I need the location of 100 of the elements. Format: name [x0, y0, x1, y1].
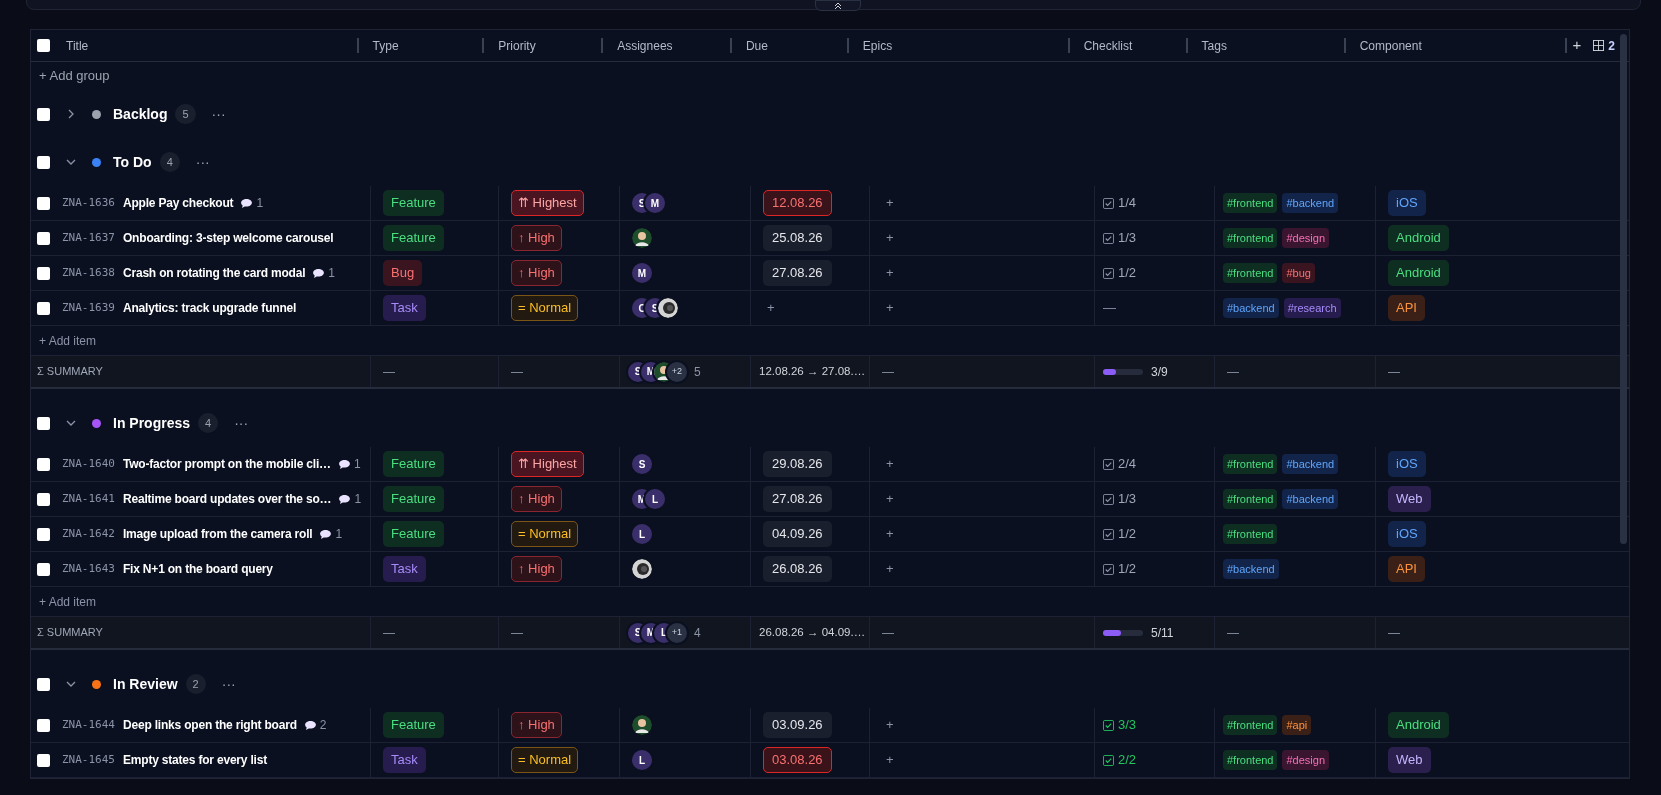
add-epic-button[interactable]: +	[882, 454, 898, 474]
tag[interactable]: #backend	[1223, 297, 1279, 319]
checkbox[interactable]	[37, 527, 50, 541]
add-epic-button[interactable]: +	[882, 228, 898, 248]
chevron-down-icon[interactable]	[66, 679, 76, 689]
chevron-down-icon[interactable]	[66, 418, 76, 428]
priority-badge[interactable]: = Normal	[511, 295, 579, 321]
column-header[interactable]: Title	[66, 36, 89, 55]
issue-title[interactable]: Onboarding: 3-step welcome carousel	[123, 229, 334, 247]
chevron-right-icon[interactable]	[66, 109, 76, 119]
comment-count[interactable]: 2	[304, 716, 327, 734]
issue-title[interactable]: Crash on rotating the card modal	[123, 264, 306, 282]
checkbox[interactable]	[37, 457, 50, 471]
comment-count[interactable]: 1	[320, 525, 343, 543]
column-header[interactable]: Type	[372, 36, 399, 55]
tag[interactable]: #research	[1283, 297, 1341, 319]
column-header[interactable]: Epics	[862, 36, 893, 55]
priority-badge[interactable]: ↑ High	[511, 486, 562, 512]
add-item-button[interactable]: + Add item	[39, 331, 97, 350]
checkbox[interactable]	[37, 301, 50, 315]
due-date[interactable]: 03.09.26	[763, 712, 832, 738]
column-header[interactable]: Assignees	[617, 36, 673, 55]
due-date[interactable]: 03.08.26	[763, 747, 832, 773]
due-date[interactable]: 04.09.26	[763, 521, 832, 547]
tag[interactable]: #frontend	[1223, 453, 1278, 475]
issue-title[interactable]: Image upload from the camera roll	[123, 525, 313, 543]
column-header[interactable]: Due	[745, 36, 768, 55]
tag[interactable]: #frontend	[1223, 749, 1278, 771]
checkbox[interactable]	[37, 492, 50, 506]
due-date[interactable]: 27.08.26	[763, 260, 832, 286]
due-date[interactable]: 12.08.26	[763, 190, 832, 216]
issue-title[interactable]: Fix N+1 on the board query	[123, 560, 273, 578]
checkbox[interactable]	[37, 107, 50, 121]
add-epic-button[interactable]: +	[882, 489, 898, 509]
more-button[interactable]: ···	[195, 151, 210, 173]
tag[interactable]: #backend	[1282, 488, 1339, 510]
column-header[interactable]: Priority	[498, 36, 536, 55]
tag[interactable]: #frontend	[1223, 262, 1278, 284]
add-column-button[interactable]: +	[1572, 34, 1582, 57]
tag[interactable]: #design	[1282, 227, 1330, 249]
add-item-button[interactable]: + Add item	[39, 592, 97, 611]
checkbox[interactable]	[37, 753, 50, 767]
priority-badge[interactable]: ↑ High	[511, 712, 562, 738]
due-date[interactable]: 29.08.26	[763, 451, 832, 477]
issue-title[interactable]: Realtime board updates over the so…	[123, 490, 332, 508]
chevron-down-icon[interactable]	[66, 157, 76, 167]
group-name[interactable]: In Review	[113, 673, 178, 695]
priority-badge[interactable]: ↑ High	[511, 260, 562, 286]
checkbox[interactable]	[37, 718, 50, 732]
add-epic-button[interactable]: +	[882, 193, 898, 213]
checkbox[interactable]	[37, 416, 50, 430]
group-name[interactable]: Backlog	[113, 103, 168, 125]
group-name[interactable]: In Progress	[113, 412, 191, 434]
checkbox[interactable]	[37, 562, 50, 576]
checkbox[interactable]	[37, 677, 50, 691]
checkbox[interactable]	[37, 266, 50, 280]
tag[interactable]: #backend	[1282, 192, 1339, 214]
tag[interactable]: #frontend	[1223, 523, 1278, 545]
due-date[interactable]: 25.08.26	[763, 225, 832, 251]
checkbox[interactable]	[37, 196, 50, 210]
tag[interactable]: #design	[1282, 749, 1330, 771]
tag[interactable]: #backend	[1223, 558, 1279, 580]
tag[interactable]: #bug	[1282, 262, 1315, 284]
add-epic-button[interactable]: +	[882, 715, 898, 735]
issue-title[interactable]: Analytics: track upgrade funnel	[123, 299, 297, 317]
tag[interactable]: #frontend	[1223, 488, 1278, 510]
group-name[interactable]: To Do	[113, 151, 152, 173]
add-group-button[interactable]: + Add group	[39, 66, 110, 86]
comment-count[interactable]: 1	[241, 194, 264, 212]
priority-badge[interactable]: = Normal	[511, 747, 579, 773]
tag[interactable]: #frontend	[1223, 192, 1278, 214]
view-columns-button[interactable]: 2	[1593, 36, 1615, 55]
issue-title[interactable]: Two-factor prompt on the mobile cli…	[123, 455, 331, 473]
priority-badge[interactable]: ⇈ Highest	[511, 451, 584, 477]
tag[interactable]: #frontend	[1223, 227, 1278, 249]
add-due-button[interactable]: +	[763, 298, 779, 318]
more-button[interactable]: ···	[211, 103, 226, 125]
tag[interactable]: #frontend	[1223, 714, 1278, 736]
column-header[interactable]: Checklist	[1083, 36, 1133, 55]
issue-title[interactable]: Deep links open the right board	[123, 716, 297, 734]
collapse-button[interactable]	[815, 0, 861, 11]
add-epic-button[interactable]: +	[882, 559, 898, 579]
priority-badge[interactable]: ↑ High	[511, 225, 562, 251]
comment-count[interactable]: 1	[313, 264, 335, 282]
tag[interactable]: #backend	[1282, 453, 1339, 475]
tag[interactable]: #api	[1282, 714, 1312, 736]
checkbox[interactable]	[37, 231, 50, 245]
add-epic-button[interactable]: +	[882, 298, 898, 318]
issue-title[interactable]: Apple Pay checkout	[123, 194, 234, 212]
checkbox[interactable]	[37, 39, 50, 52]
priority-badge[interactable]: ⇈ Highest	[511, 190, 584, 216]
priority-badge[interactable]: ↑ High	[511, 556, 562, 582]
column-header[interactable]: Component	[1359, 36, 1422, 55]
add-epic-button[interactable]: +	[882, 524, 898, 544]
scrollbar[interactable]	[1620, 34, 1627, 544]
add-epic-button[interactable]: +	[882, 750, 898, 770]
more-button[interactable]: ···	[221, 673, 236, 695]
due-date[interactable]: 26.08.26	[763, 556, 832, 582]
issue-title[interactable]: Empty states for every list	[123, 751, 267, 769]
priority-badge[interactable]: = Normal	[511, 521, 579, 547]
